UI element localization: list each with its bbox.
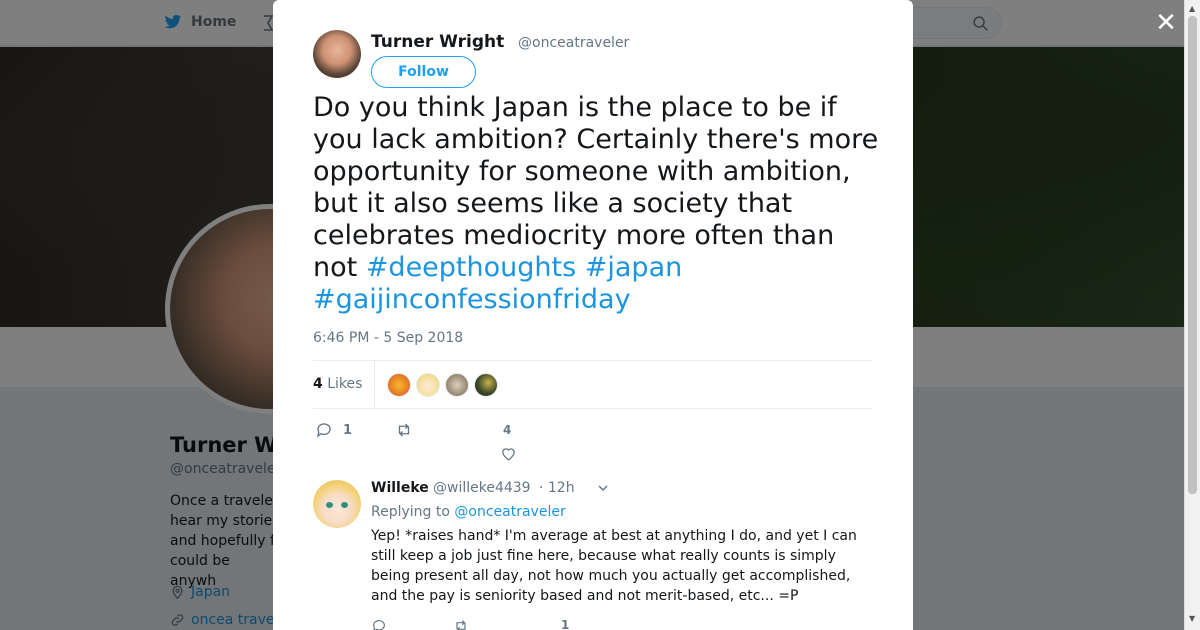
page-scrollbar[interactable]: ▲ ▼ bbox=[1184, 0, 1200, 630]
likes-row: 4 Likes bbox=[313, 361, 873, 408]
liker-avatar[interactable] bbox=[445, 372, 470, 397]
reply-author-handle[interactable]: @willeke4439 bbox=[433, 480, 531, 496]
replying-to-link[interactable]: @onceatraveler bbox=[454, 504, 565, 520]
reply-author-name[interactable]: Willeke bbox=[371, 480, 429, 496]
tweet-author-handle[interactable]: @onceatraveler bbox=[518, 35, 629, 51]
reply-retweet-button[interactable] bbox=[453, 618, 469, 630]
liker-avatar[interactable] bbox=[416, 372, 441, 397]
hashtag-deepthoughts[interactable]: #deepthoughts bbox=[366, 252, 576, 283]
reply-reply-button[interactable] bbox=[371, 618, 387, 630]
reply-count: 1 bbox=[343, 422, 353, 438]
replying-to: Replying to @onceatraveler bbox=[371, 504, 566, 520]
tweet-author-name[interactable]: Turner Wright bbox=[371, 32, 504, 52]
tweet-text: Do you think Japan is the place to be if… bbox=[313, 92, 883, 316]
tweet-timestamp[interactable]: 6:46 PM - 5 Sep 2018 bbox=[313, 330, 463, 346]
avatar-eyes bbox=[326, 502, 348, 508]
tweet-author-avatar[interactable] bbox=[313, 30, 361, 78]
reply-text: Yep! *raises hand* I'm average at best a… bbox=[371, 528, 857, 604]
likes-count[interactable]: 4 Likes bbox=[313, 361, 376, 408]
liker-avatar[interactable] bbox=[387, 372, 412, 397]
follow-button[interactable]: Follow bbox=[371, 56, 476, 88]
retweet-button[interactable] bbox=[395, 421, 413, 439]
reply-like-count: 1 bbox=[561, 618, 570, 630]
reply-icon bbox=[373, 620, 385, 630]
like-button[interactable] bbox=[500, 445, 517, 462]
tweet-actions: 1 4 bbox=[313, 420, 873, 464]
replying-prefix: Replying to bbox=[371, 504, 450, 520]
likes-count-value: 4 bbox=[313, 376, 323, 392]
liker-avatars bbox=[375, 372, 499, 397]
reply-time[interactable]: · 12h bbox=[539, 480, 575, 496]
tweet-modal: Turner Wright @onceatraveler Follow Do y… bbox=[273, 0, 913, 630]
reply-author-avatar[interactable] bbox=[313, 480, 361, 528]
reply-icon bbox=[316, 423, 331, 438]
like-count: 4 bbox=[503, 423, 512, 437]
reply-button[interactable]: 1 bbox=[315, 421, 352, 439]
reply-actions: 1 bbox=[371, 618, 771, 630]
heart-icon bbox=[502, 448, 515, 461]
hashtag-japan[interactable]: #japan bbox=[585, 252, 682, 283]
likes-label: Likes bbox=[327, 376, 363, 392]
retweet-icon bbox=[456, 620, 466, 630]
chevron-down-icon[interactable] bbox=[595, 480, 611, 496]
retweet-icon bbox=[398, 423, 410, 437]
liker-avatar[interactable] bbox=[474, 372, 499, 397]
scroll-down-arrow-icon[interactable]: ▼ bbox=[1189, 614, 1195, 623]
scroll-up-arrow-icon[interactable]: ▲ bbox=[1189, 4, 1195, 13]
divider bbox=[313, 408, 873, 409]
hashtag-gaijinconfessionfriday[interactable]: #gaijinconfessionfriday bbox=[313, 284, 631, 315]
scrollbar-thumb[interactable] bbox=[1188, 16, 1197, 494]
close-icon[interactable]: ✕ bbox=[1154, 10, 1178, 36]
